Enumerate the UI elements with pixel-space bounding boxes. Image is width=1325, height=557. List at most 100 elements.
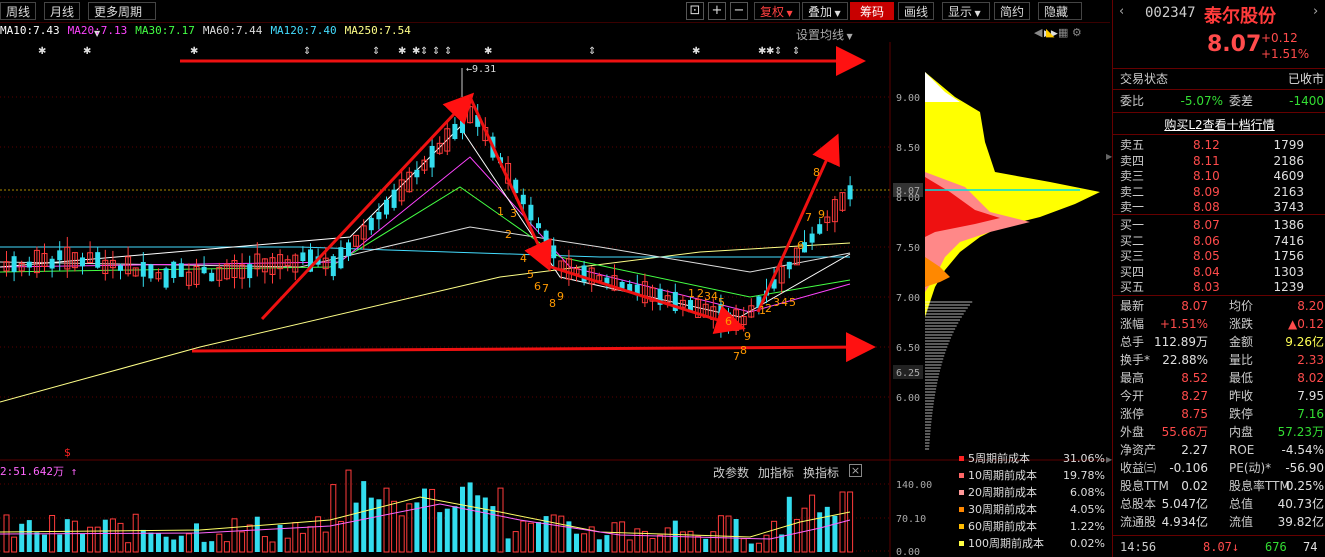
book-qty: 1756 <box>1273 249 1304 263</box>
cost-period-pct: 19.78% <box>1063 469 1105 482</box>
monthly-button[interactable]: 月线 <box>44 2 81 20</box>
candle-body <box>817 224 823 234</box>
gear-icon[interactable]: ⚙ <box>1072 26 1082 39</box>
stat-label: 涨停 <box>1120 407 1145 421</box>
demark-count: 4 <box>781 296 788 309</box>
event-marker-icon: ⇕ <box>444 46 452 57</box>
add-indicator-button[interactable]: 加指标 <box>758 464 794 481</box>
book-price: 8.09 <box>1193 184 1220 199</box>
book-qty: 3743 <box>1273 200 1304 214</box>
ask-row[interactable]: 卖三 8.10 4609 <box>1113 169 1325 184</box>
trade-status-row: 交易状态 已收市 <box>1113 71 1325 88</box>
triangle-left-icon[interactable]: ◀ <box>1034 26 1042 39</box>
stat-value: 8.27 <box>1181 389 1208 403</box>
bid-row[interactable]: 买一 8.07 1386 <box>1113 218 1325 233</box>
quote-stat-row: 股息TTM 0.02 股息率TTM 0.25% <box>1113 478 1325 495</box>
stat-label: 昨收 <box>1229 389 1254 403</box>
candle-body <box>163 268 169 288</box>
display-dropdown[interactable]: 显示 ▼ <box>942 2 990 20</box>
prev-stock-icon[interactable]: ‹ <box>1119 4 1124 19</box>
cost-legend-row: 60周期前成本 1.22% <box>955 518 1105 535</box>
bid-row[interactable]: 买四 8.04 1303 <box>1113 265 1325 280</box>
volume-bar <box>254 516 260 552</box>
weibi-row: 委比 -5.07% 委差 -1400 <box>1113 93 1325 110</box>
close-icon[interactable]: × <box>849 464 862 477</box>
volume-bar <box>178 535 184 552</box>
stock-name: 泰尔股份 <box>1204 6 1276 27</box>
stat-label: 最低 <box>1229 371 1254 385</box>
zoom-out-icon[interactable]: − <box>730 2 748 20</box>
overlay-dropdown[interactable]: 叠加 ▼ <box>802 2 848 20</box>
stat-label: 最新 <box>1120 299 1145 313</box>
candle-body <box>414 169 420 178</box>
demark-count: 5 <box>718 296 725 309</box>
volume-bar <box>109 518 116 553</box>
chips-button[interactable]: 筹码 <box>850 2 894 20</box>
book-level-label: 卖五 <box>1120 138 1145 152</box>
volume-bar <box>641 530 648 553</box>
volume-bar <box>383 487 390 553</box>
ask-row[interactable]: 卖一 8.08 3743 <box>1113 200 1325 215</box>
trade-status-value: 已收市 <box>1287 72 1324 86</box>
volume-bar <box>353 502 359 552</box>
chip-display-icons: ◀ ◣ ▦ ⚙ <box>1034 26 1082 39</box>
volume-bar <box>71 520 78 553</box>
stat-value: -56.90 <box>1285 461 1324 475</box>
price-axis-tick: 7.00 <box>896 293 920 304</box>
stat-value: ▲0.12 <box>1288 317 1324 331</box>
ask-row[interactable]: 卖五 8.12 1799 <box>1113 138 1325 153</box>
switch-indicator-button[interactable]: 换指标 <box>803 464 839 481</box>
weekly-button[interactable]: 周线 <box>0 2 37 20</box>
trend-arrow <box>756 133 840 313</box>
more-periods-dropdown[interactable]: 更多周期 ▼ <box>88 2 156 38</box>
adjust-dropdown[interactable]: 复权 ▼ <box>754 2 800 20</box>
chip-box-icon[interactable]: ▦ <box>1058 26 1068 39</box>
cost-period-name: 60周期前成本 <box>968 520 1037 533</box>
volume-axis-tick: 140.00 <box>896 480 932 491</box>
candle-body <box>452 123 458 139</box>
l2-upgrade-link[interactable]: 购买L2查看十档行情 <box>1113 116 1325 133</box>
volume-bar <box>117 522 124 553</box>
cost-period-name: 20周期前成本 <box>968 486 1037 499</box>
candle-body <box>300 252 306 262</box>
bid-row[interactable]: 买二 8.06 7416 <box>1113 234 1325 249</box>
draw-button[interactable]: 画线 <box>898 2 935 20</box>
ask-row[interactable]: 卖二 8.09 2163 <box>1113 185 1325 200</box>
quote-stat-row: 今开 8.27 昨收 7.95 <box>1113 388 1325 405</box>
stat-label: 跌停 <box>1229 407 1254 421</box>
bid-row[interactable]: 买五 8.03 1239 <box>1113 280 1325 295</box>
candle-body <box>384 199 389 215</box>
bid-row[interactable]: 买三 8.05 1756 <box>1113 249 1325 264</box>
ma-legend-item: MA30:7.17 <box>135 24 195 37</box>
volume-bar <box>201 541 207 552</box>
book-price: 8.12 <box>1193 138 1220 152</box>
volume-bar <box>19 523 25 552</box>
legend-swatch <box>959 507 964 512</box>
chip-flag-icon[interactable]: ◣ <box>1046 26 1054 39</box>
stat-value: 2.27 <box>1181 443 1208 457</box>
ask-row[interactable]: 卖四 8.11 2186 <box>1113 154 1325 169</box>
demark-count: 3 <box>510 207 517 220</box>
settings-ma-button[interactable]: 设置均线 ▼ <box>796 26 853 43</box>
volume-bar <box>740 538 747 553</box>
volume-legend: 2:51.642万 ↑ <box>0 463 77 479</box>
stat-label: 股息率TTM <box>1229 479 1290 493</box>
hide-button[interactable]: 隐藏 ▶▶ <box>1038 2 1082 39</box>
volume-bar <box>194 523 199 552</box>
stat-value: 40.73亿 <box>1277 497 1324 511</box>
cost-legend-row: 20周期前成本 6.08% <box>955 484 1105 501</box>
price-change: +0.12 <box>1261 31 1298 45</box>
next-stock-icon[interactable]: › <box>1313 4 1318 19</box>
volume-bar <box>550 514 557 553</box>
peak-label: ←9.31 <box>466 64 496 75</box>
zoom-in-icon[interactable]: + <box>708 2 726 20</box>
demark-count: 1 <box>688 287 695 300</box>
volume-bar <box>216 533 223 553</box>
divider <box>1113 295 1325 296</box>
demark-count: 8 <box>740 344 747 357</box>
ma120-line <box>0 246 850 258</box>
volume-bar <box>437 512 443 552</box>
simple-button[interactable]: 简约 <box>994 2 1031 20</box>
volume-param-button[interactable]: 改参数 <box>713 464 749 481</box>
lock-icon[interactable]: ⊡ <box>686 2 704 20</box>
